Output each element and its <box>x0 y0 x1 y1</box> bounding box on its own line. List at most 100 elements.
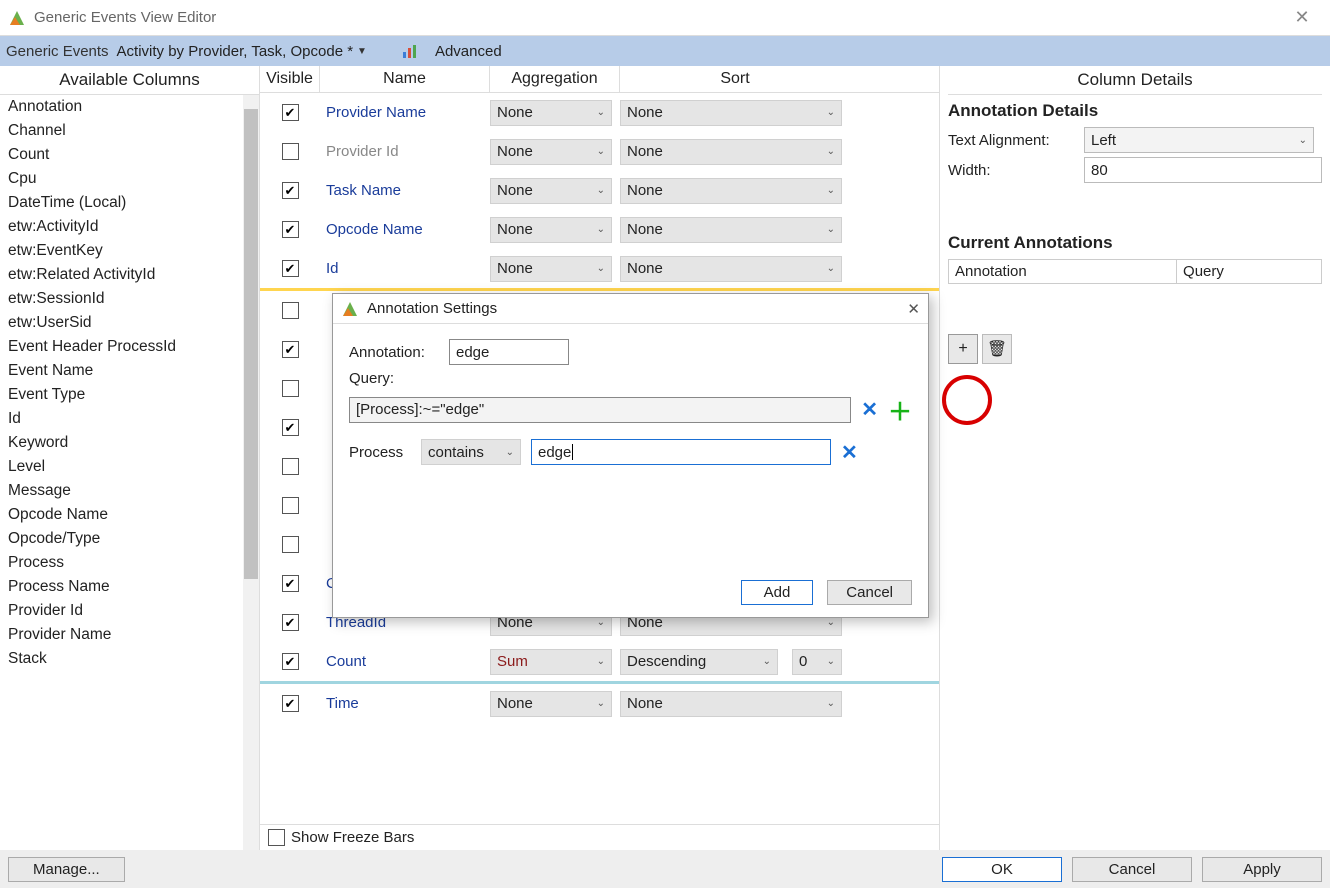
grid-row[interactable]: ✔ Count Sum⌄ Descending⌄0⌄ <box>260 642 939 681</box>
clear-query-button[interactable]: ✕ <box>861 397 878 422</box>
visible-checkbox[interactable]: ✔ <box>282 419 299 436</box>
grid-row[interactable]: ✔ Task Name None⌄ None⌄ <box>260 171 939 210</box>
advanced-button[interactable]: Advanced <box>435 43 502 60</box>
available-column-item[interactable]: Annotation <box>0 95 259 119</box>
available-column-item[interactable]: Channel <box>0 119 259 143</box>
grid-header-sort[interactable]: Sort <box>620 66 850 92</box>
combo[interactable]: None⌄ <box>620 178 842 204</box>
show-freeze-bars-checkbox[interactable] <box>268 829 285 846</box>
available-column-item[interactable]: Stack <box>0 647 259 671</box>
combo[interactable]: None⌄ <box>490 178 612 204</box>
visible-checkbox[interactable]: ✔ <box>282 182 299 199</box>
manage-button[interactable]: Manage... <box>8 857 125 882</box>
visible-checkbox[interactable] <box>282 497 299 514</box>
visible-checkbox[interactable]: ✔ <box>282 653 299 670</box>
available-column-item[interactable]: etw:EventKey <box>0 239 259 263</box>
combo[interactable]: None⌄ <box>490 217 612 243</box>
available-column-item[interactable]: Opcode Name <box>0 503 259 527</box>
visible-checkbox[interactable]: ✔ <box>282 260 299 277</box>
grid-row[interactable]: Provider Id None⌄ None⌄ <box>260 132 939 171</box>
available-column-item[interactable]: Event Header ProcessId <box>0 335 259 359</box>
grid-row[interactable]: ✔ Provider Name None⌄ None⌄ <box>260 93 939 132</box>
available-column-item[interactable]: DateTime (Local) <box>0 191 259 215</box>
query-input[interactable]: [Process]:~="edge" <box>349 397 851 423</box>
available-column-item[interactable]: etw:UserSid <box>0 311 259 335</box>
available-column-item[interactable]: etw:Related ActivityId <box>0 263 259 287</box>
match-value-input[interactable]: edge <box>531 439 831 465</box>
window-close-button[interactable]: ✕ <box>1282 7 1322 28</box>
available-column-item[interactable]: etw:ActivityId <box>0 215 259 239</box>
preset-dropdown[interactable]: Activity by Provider, Task, Opcode * ▼ <box>117 43 367 60</box>
grid-header-visible[interactable]: Visible <box>260 66 320 92</box>
grid-row[interactable]: ✔ Opcode Name None⌄ None⌄ <box>260 210 939 249</box>
combo[interactable]: None⌄ <box>620 139 842 165</box>
visible-checkbox[interactable] <box>282 536 299 553</box>
combo[interactable]: None⌄ <box>620 691 842 717</box>
combo[interactable]: None⌄ <box>490 256 612 282</box>
visible-checkbox[interactable] <box>282 458 299 475</box>
visible-checkbox[interactable]: ✔ <box>282 221 299 238</box>
available-column-item[interactable]: etw:SessionId <box>0 287 259 311</box>
visible-checkbox[interactable] <box>282 380 299 397</box>
event-type-label: Generic Events <box>6 43 109 60</box>
visible-checkbox[interactable]: ✔ <box>282 614 299 631</box>
grid-header-name[interactable]: Name <box>320 66 490 92</box>
ok-button[interactable]: OK <box>942 857 1062 882</box>
cancel-button[interactable]: Cancel <box>1072 857 1192 882</box>
available-column-item[interactable]: Opcode/Type <box>0 527 259 551</box>
visible-checkbox[interactable] <box>282 302 299 319</box>
available-column-item[interactable]: Event Type <box>0 383 259 407</box>
available-column-item[interactable]: Id <box>0 407 259 431</box>
chevron-down-icon: ⌄ <box>827 146 835 157</box>
visible-checkbox[interactable] <box>282 143 299 160</box>
combo[interactable]: None⌄ <box>620 256 842 282</box>
available-column-item[interactable]: Count <box>0 143 259 167</box>
combo[interactable]: 0⌄ <box>792 649 842 675</box>
text-alignment-dropdown[interactable]: Left ⌄ <box>1084 127 1314 153</box>
dialog-close-button[interactable]: ✕ <box>907 300 920 318</box>
clear-clause-button[interactable]: ✕ <box>841 440 858 465</box>
dialog-cancel-button[interactable]: Cancel <box>827 580 912 605</box>
available-column-item[interactable]: Event Name <box>0 359 259 383</box>
combo[interactable]: None⌄ <box>490 139 612 165</box>
width-input[interactable]: 80 <box>1084 157 1322 183</box>
combo[interactable]: None⌄ <box>620 100 842 126</box>
annotations-col-annotation[interactable]: Annotation <box>949 260 1177 284</box>
combo[interactable]: Descending⌄ <box>620 649 778 675</box>
available-column-item[interactable]: Provider Name <box>0 623 259 647</box>
available-columns-header: Available Columns <box>0 66 259 95</box>
delete-annotation-button[interactable]: 🗑 <box>982 334 1012 364</box>
annotation-details-header: Annotation Details <box>948 101 1322 121</box>
grid-header-aggregation[interactable]: Aggregation <box>490 66 620 92</box>
grid-row[interactable]: ✔ Time None⌄ None⌄ <box>260 684 939 723</box>
dialog-add-button[interactable]: Add <box>741 580 814 605</box>
available-column-item[interactable]: Message <box>0 479 259 503</box>
annotations-col-query[interactable]: Query <box>1177 260 1322 284</box>
available-column-item[interactable]: Process Name <box>0 575 259 599</box>
text-alignment-label: Text Alignment: <box>948 132 1078 149</box>
visible-checkbox[interactable]: ✔ <box>282 341 299 358</box>
combo[interactable]: None⌄ <box>620 217 842 243</box>
visible-checkbox[interactable]: ✔ <box>282 104 299 121</box>
available-column-item[interactable]: Provider Id <box>0 599 259 623</box>
visible-checkbox[interactable]: ✔ <box>282 575 299 592</box>
apply-button[interactable]: Apply <box>1202 857 1322 882</box>
combo[interactable]: Sum⌄ <box>490 649 612 675</box>
combo[interactable]: None⌄ <box>490 691 612 717</box>
column-name: Time <box>320 695 490 712</box>
scrollbar-thumb[interactable] <box>244 109 258 579</box>
available-column-item[interactable]: Cpu <box>0 167 259 191</box>
available-column-item[interactable]: Process <box>0 551 259 575</box>
grid-row[interactable]: ✔ Id None⌄ None⌄ <box>260 249 939 288</box>
operator-dropdown[interactable]: contains ⌄ <box>421 439 521 465</box>
chevron-down-icon: ⌄ <box>763 656 771 667</box>
available-column-item[interactable]: Keyword <box>0 431 259 455</box>
visible-checkbox[interactable]: ✔ <box>282 695 299 712</box>
chevron-down-icon: ⌄ <box>827 617 835 628</box>
annotation-input[interactable]: edge <box>449 339 569 365</box>
scrollbar-track[interactable] <box>243 95 259 850</box>
combo[interactable]: None⌄ <box>490 100 612 126</box>
add-clause-button[interactable]: ＋ <box>888 392 912 427</box>
available-column-item[interactable]: Level <box>0 455 259 479</box>
add-annotation-button[interactable]: + <box>948 334 978 364</box>
